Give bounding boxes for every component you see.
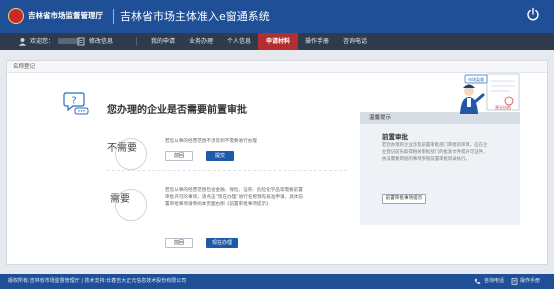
main-panel: 名称登记 ? 您办理的企业是否需要前置审批 不需要 若您从事的经营范围不涉及到不… — [6, 60, 548, 265]
sign-text: 市场监督 — [468, 76, 484, 82]
system-title: 吉林省市场主体准入e窗通系统 — [120, 10, 270, 23]
option-no-back-button[interactable]: 前回 — [165, 151, 193, 161]
option-divider — [107, 170, 347, 171]
footer-hotline-link[interactable]: 咨询电话 — [484, 278, 504, 285]
option-yes-label: 需要 — [110, 194, 130, 205]
main-question: 您办理的企业是否需要前置审批 — [107, 105, 247, 116]
nav-hotline[interactable]: 咨询电话 — [336, 33, 374, 50]
welcome-label: 欢迎您： — [30, 38, 55, 45]
footer-copyright: 版权所有:吉林省市场监督管理厅 | 技术支持:长春吉大正元信息技术股份有限公司 — [8, 278, 187, 284]
edit-info-link[interactable]: 修改信息 — [89, 37, 113, 46]
prior-approval-items-button[interactable]: 前置审批事项提示 — [382, 194, 426, 204]
edit-icon[interactable] — [77, 37, 86, 46]
header-divider — [113, 9, 114, 24]
top-nav: 欢迎您： 修改信息 我的申请 业务办理 个人信息 申请材料 操作手册 咨询电话 — [0, 33, 554, 50]
power-icon[interactable] — [526, 7, 540, 21]
app-header: 吉林省市场监督管理厅 吉林省市场主体准入e窗通系统 — [0, 0, 554, 33]
hint-panel: 温馨提示 前置审批 若您办理的企业涉及前置审批部门审批的项目，应在企业登记前先取… — [360, 112, 520, 225]
option-yes-desc: 若您从事的经营范围包含金融、保险、证券、危险化学品等需要前置审批许可的事项，请点… — [165, 188, 303, 208]
nav-manual[interactable]: 操作手册 — [298, 33, 336, 50]
nav-personal-info[interactable]: 个人信息 — [220, 33, 258, 50]
app-footer: 版权所有:吉林省市场监督管理厅 | 技术支持:长春吉大正元信息技术股份有限公司 … — [0, 274, 554, 289]
manual-icon — [511, 278, 518, 285]
option-no-label: 不需要 — [107, 143, 137, 154]
option-no-desc: 若您从事的经营范围不涉及到不需要进行办理 — [165, 139, 257, 144]
hint-body: 若您办理的企业涉及前置审批部门审批的项目，应在企业登记前先取得相关审批部门的批准… — [382, 143, 488, 162]
chat-question-icon: ? — [63, 92, 89, 115]
option-no-submit-button[interactable]: 提交 — [206, 151, 234, 161]
nav-business[interactable]: 业务办理 — [182, 33, 220, 50]
nav-separator — [136, 37, 137, 46]
officer-illustration: 营业执照 市场监督 — [460, 73, 520, 114]
user-icon — [18, 38, 27, 46]
option-yes-back-button[interactable]: 前回 — [165, 238, 193, 248]
license-badge-text: 营业执照 — [495, 104, 511, 110]
nav-my-applications[interactable]: 我的申请 — [144, 33, 182, 50]
agency-name: 吉林省市场监督管理厅 — [28, 11, 103, 20]
footer-manual-link[interactable]: 操作手册 — [520, 278, 540, 285]
emblem-logo-icon — [8, 8, 24, 24]
nav-application-materials[interactable]: 申请材料 — [258, 33, 298, 50]
option-yes-process-button[interactable]: 现在办理 — [206, 238, 238, 248]
phone-icon — [474, 278, 481, 284]
svg-text:?: ? — [71, 96, 76, 107]
hint-title: 前置审批 — [382, 133, 408, 141]
